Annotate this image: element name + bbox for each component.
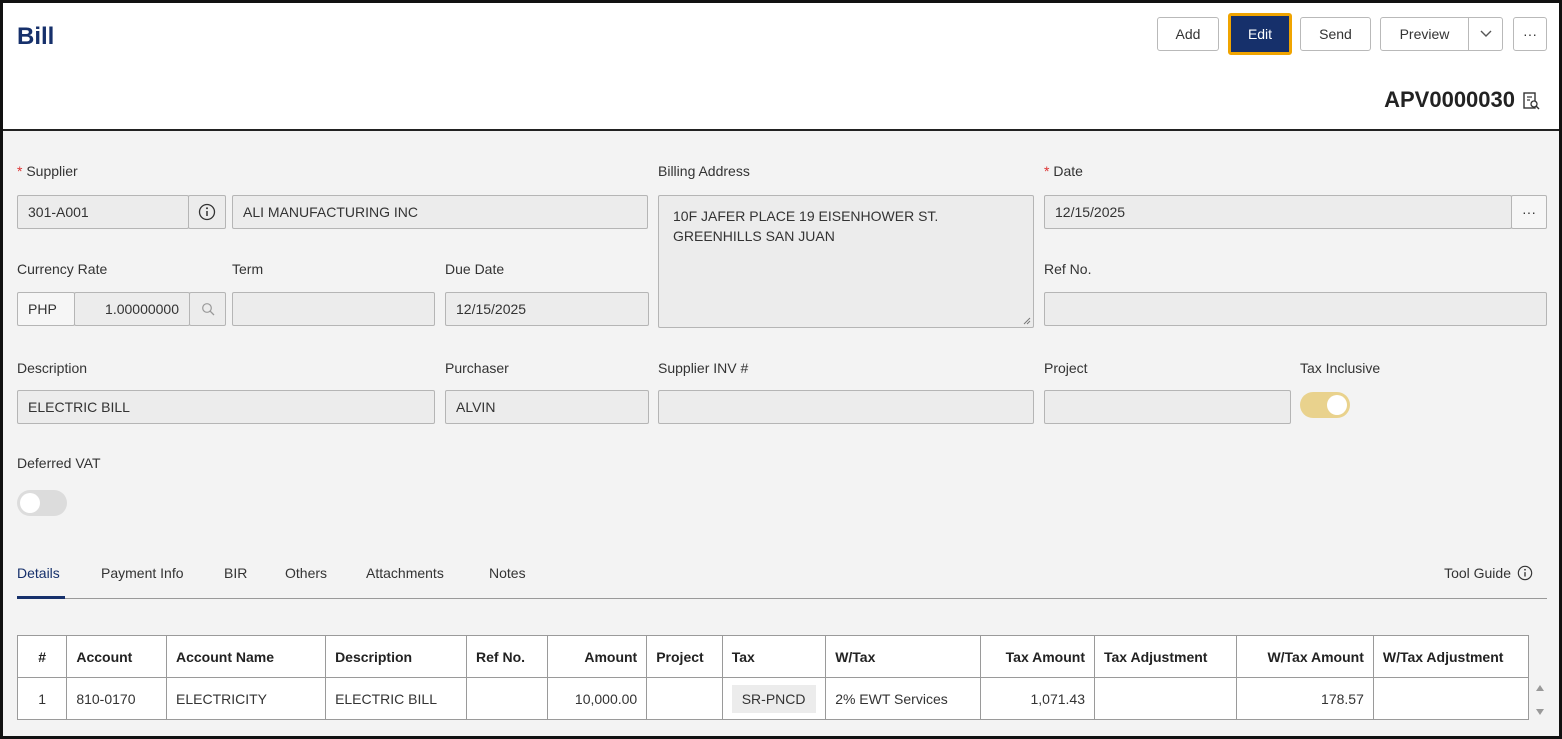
date-field[interactable]: 12/15/2025 <box>1044 195 1512 229</box>
col-header-description[interactable]: Description <box>325 635 468 678</box>
supplier-inv-label: Supplier INV # <box>658 360 749 376</box>
tab-details[interactable]: Details <box>17 565 60 581</box>
deferred-vat-toggle[interactable] <box>17 490 67 516</box>
active-tab-indicator <box>17 596 65 599</box>
document-number: APV0000030 <box>1384 87 1515 112</box>
currency-field[interactable]: PHP <box>17 292 75 326</box>
send-button[interactable]: Send <box>1300 17 1371 51</box>
billing-address-text: 10F JAFER PLACE 19 EISENHOWER ST. GREENH… <box>673 208 939 244</box>
more-options-button[interactable]: ··· <box>1513 17 1547 51</box>
required-marker: * <box>1044 163 1054 179</box>
supplier-code-field[interactable]: 301-A001 <box>17 195 189 229</box>
scroll-up-icon <box>1536 685 1544 691</box>
tab-payment-info[interactable]: Payment Info <box>101 565 184 581</box>
supplier-name-field[interactable]: ALI MANUFACTURING INC <box>232 195 648 229</box>
bill-window: Bill Add Edit Send Preview ··· APV000003… <box>0 0 1562 739</box>
term-label: Term <box>232 261 264 277</box>
tab-attachments[interactable]: Attachments <box>366 565 444 581</box>
cell-tax-amount[interactable]: 1,071.43 <box>980 677 1095 720</box>
cell-account[interactable]: 810-0170 <box>66 677 167 720</box>
date-label-text: Date <box>1053 163 1083 179</box>
date-label: * Date <box>1044 163 1083 179</box>
billing-address-label: Billing Address <box>658 163 750 179</box>
cell-description[interactable]: ELECTRIC BILL <box>325 677 468 720</box>
required-marker: * <box>17 163 27 179</box>
deferred-vat-label: Deferred VAT <box>17 455 101 471</box>
tax-code: SR-PNCD <box>731 684 816 713</box>
tab-others[interactable]: Others <box>285 565 327 581</box>
add-button[interactable]: Add <box>1157 17 1219 51</box>
page-header: Bill Add Edit Send Preview ··· APV000003… <box>3 3 1559 131</box>
table-header-row: # Account Account Name Description Ref N… <box>16 635 1530 678</box>
term-field[interactable] <box>232 292 435 326</box>
purchaser-label: Purchaser <box>445 360 509 376</box>
supplier-label-text: Supplier <box>26 163 78 179</box>
col-header-wtax[interactable]: W/Tax <box>825 635 982 678</box>
col-header-tax-adjustment[interactable]: Tax Adjustment <box>1094 635 1237 678</box>
supplier-info-button[interactable] <box>188 195 226 229</box>
due-date-field[interactable]: 12/15/2025 <box>445 292 649 326</box>
cell-wtax-adjustment[interactable] <box>1372 677 1530 720</box>
document-search-icon[interactable] <box>1521 91 1541 111</box>
cell-ref-no[interactable] <box>466 677 548 720</box>
cell-tax-adjustment[interactable] <box>1094 677 1237 720</box>
col-header-ref-no[interactable]: Ref No. <box>466 635 548 678</box>
date-picker-button[interactable]: ··· <box>1511 195 1547 229</box>
tab-notes[interactable]: Notes <box>489 565 526 581</box>
project-field[interactable] <box>1044 390 1291 424</box>
tool-guide-label: Tool Guide <box>1444 565 1511 581</box>
scroll-down-icon <box>1536 709 1544 715</box>
col-header-number[interactable]: # <box>16 635 68 678</box>
billing-address-field[interactable]: 10F JAFER PLACE 19 EISENHOWER ST. GREENH… <box>658 195 1034 328</box>
detail-table: # Account Account Name Description Ref N… <box>16 635 1530 720</box>
edit-button[interactable]: Edit <box>1228 13 1292 55</box>
col-header-amount[interactable]: Amount <box>546 635 648 678</box>
toggle-knob <box>1327 395 1347 415</box>
due-date-label: Due Date <box>445 261 505 277</box>
tool-guide-link[interactable]: Tool Guide <box>1444 565 1533 581</box>
col-header-account[interactable]: Account <box>66 635 167 678</box>
tax-inclusive-toggle[interactable] <box>1300 392 1350 418</box>
preview-button[interactable]: Preview <box>1380 17 1469 51</box>
preview-dropdown-button[interactable] <box>1468 17 1503 51</box>
col-header-tax[interactable]: Tax <box>721 635 827 678</box>
ref-no-label: Ref No. <box>1044 261 1092 277</box>
page-title: Bill <box>17 23 55 50</box>
detail-tabs: Details Payment Info BIR Others Attachme… <box>17 563 1547 599</box>
tab-bir[interactable]: BIR <box>224 565 247 581</box>
col-header-wtax-amount[interactable]: W/Tax Amount <box>1235 635 1374 678</box>
col-header-account-name[interactable]: Account Name <box>165 635 327 678</box>
description-label: Description <box>17 360 88 376</box>
currency-search-button[interactable] <box>189 292 226 326</box>
table-row[interactable]: 1 810-0170 ELECTRICITY ELECTRIC BILL 10,… <box>16 677 1530 720</box>
col-header-tax-amount[interactable]: Tax Amount <box>980 635 1095 678</box>
tax-inclusive-label: Tax Inclusive <box>1300 360 1381 376</box>
cell-project[interactable] <box>646 677 723 720</box>
description-field[interactable]: ELECTRIC BILL <box>17 390 435 424</box>
purchaser-field[interactable]: ALVIN <box>445 390 649 424</box>
toggle-knob <box>20 493 40 513</box>
supplier-label: * Supplier <box>17 163 78 179</box>
project-label: Project <box>1044 360 1088 376</box>
col-header-project[interactable]: Project <box>646 635 723 678</box>
search-icon <box>201 303 214 316</box>
cell-tax[interactable]: SR-PNCD <box>721 677 827 720</box>
supplier-inv-field[interactable] <box>658 390 1034 424</box>
col-header-wtax-adjustment[interactable]: W/Tax Adjustment <box>1372 635 1530 678</box>
rate-field[interactable]: 1.00000000 <box>74 292 190 326</box>
cell-number: 1 <box>16 677 68 720</box>
ref-no-field[interactable] <box>1044 292 1547 326</box>
resize-handle-icon[interactable] <box>1023 317 1031 325</box>
cell-amount[interactable]: 10,000.00 <box>546 677 648 720</box>
cell-wtax-amount[interactable]: 178.57 <box>1235 677 1374 720</box>
cell-account-name[interactable]: ELECTRICITY <box>165 677 327 720</box>
vertical-scrollbar[interactable] <box>1533 679 1547 721</box>
chevron-down-icon <box>1480 30 1491 37</box>
info-icon <box>198 203 216 221</box>
currency-rate-label: Currency Rate <box>17 261 108 277</box>
cell-wtax[interactable]: 2% EWT Services <box>825 677 982 720</box>
info-icon <box>1517 565 1533 581</box>
